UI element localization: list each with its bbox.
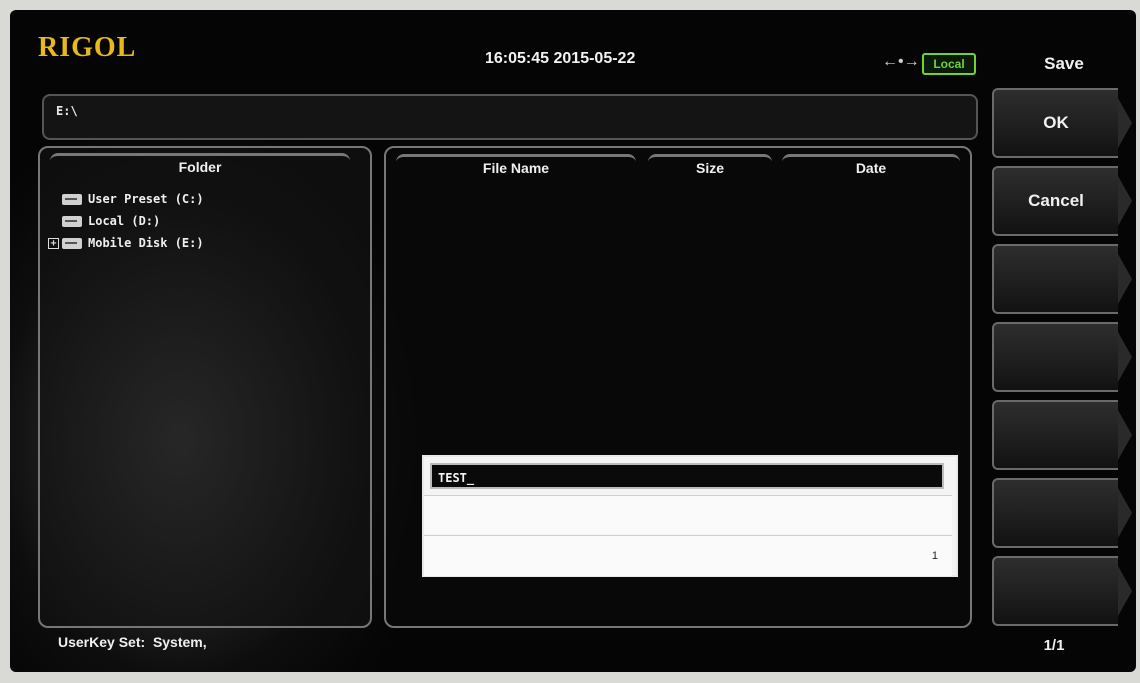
menu-page-indicator: 1/1 [1043, 637, 1065, 654]
brand-logo: RIGOL [38, 32, 137, 63]
folder-panel-title: Folder [50, 153, 350, 176]
tree-item-local[interactable]: Local (D:) [48, 210, 204, 232]
input-page-number: 1 [931, 550, 938, 562]
local-status-badge: Local [922, 53, 976, 75]
column-header-size[interactable]: Size [648, 154, 772, 177]
path-bar: E:\ [42, 94, 978, 140]
filename-input-dialog: TEST_ 1 [422, 455, 958, 577]
instrument-screen: RIGOL 16:05:45 2015-05-22 ←•→ Local E:\ … [10, 10, 1136, 672]
userkey-status: UserKey Set: System, [58, 634, 207, 650]
userkey-label: UserKey Set: [58, 634, 146, 650]
tree-item-label: Mobile Disk (E:) [88, 236, 204, 250]
tree-item-user-preset[interactable]: User Preset (C:) [48, 188, 204, 210]
softkey-4[interactable] [992, 322, 1132, 392]
datetime-display: 16:05:45 2015-05-22 [485, 50, 636, 67]
filename-input[interactable]: TEST_ [430, 463, 944, 489]
cancel-button[interactable]: Cancel [992, 166, 1132, 236]
usb-icon: ←•→ [882, 53, 920, 70]
ok-button[interactable]: OK [992, 88, 1132, 158]
softkey-7[interactable] [992, 556, 1132, 626]
tree-item-label: User Preset (C:) [88, 192, 204, 206]
tree-item-label: Local (D:) [88, 214, 161, 228]
userkey-value: System, [152, 634, 207, 650]
folder-tree: User Preset (C:) Local (D:) + Mobile Dis… [48, 188, 204, 254]
folder-panel: Folder User Preset (C:) Local (D:) + Mob… [38, 146, 372, 628]
expand-plus-icon[interactable]: + [48, 237, 59, 249]
column-header-date[interactable]: Date [782, 154, 960, 177]
softkey-3[interactable] [992, 244, 1132, 314]
menu-title: Save [1044, 54, 1084, 73]
tree-item-mobile-disk[interactable]: + Mobile Disk (E:) [48, 232, 204, 254]
drive-icon [62, 193, 82, 205]
current-path: E:\ [56, 104, 78, 118]
drive-icon [62, 215, 82, 227]
input-suggestion-row [424, 495, 952, 534]
input-page-row: 1 [424, 535, 952, 576]
softkey-menu: Save OK Cancel 1/1 [992, 10, 1136, 672]
softkey-5[interactable] [992, 400, 1132, 470]
drive-icon [62, 237, 82, 249]
softkey-6[interactable] [992, 478, 1132, 548]
column-header-file-name[interactable]: File Name [396, 154, 636, 177]
